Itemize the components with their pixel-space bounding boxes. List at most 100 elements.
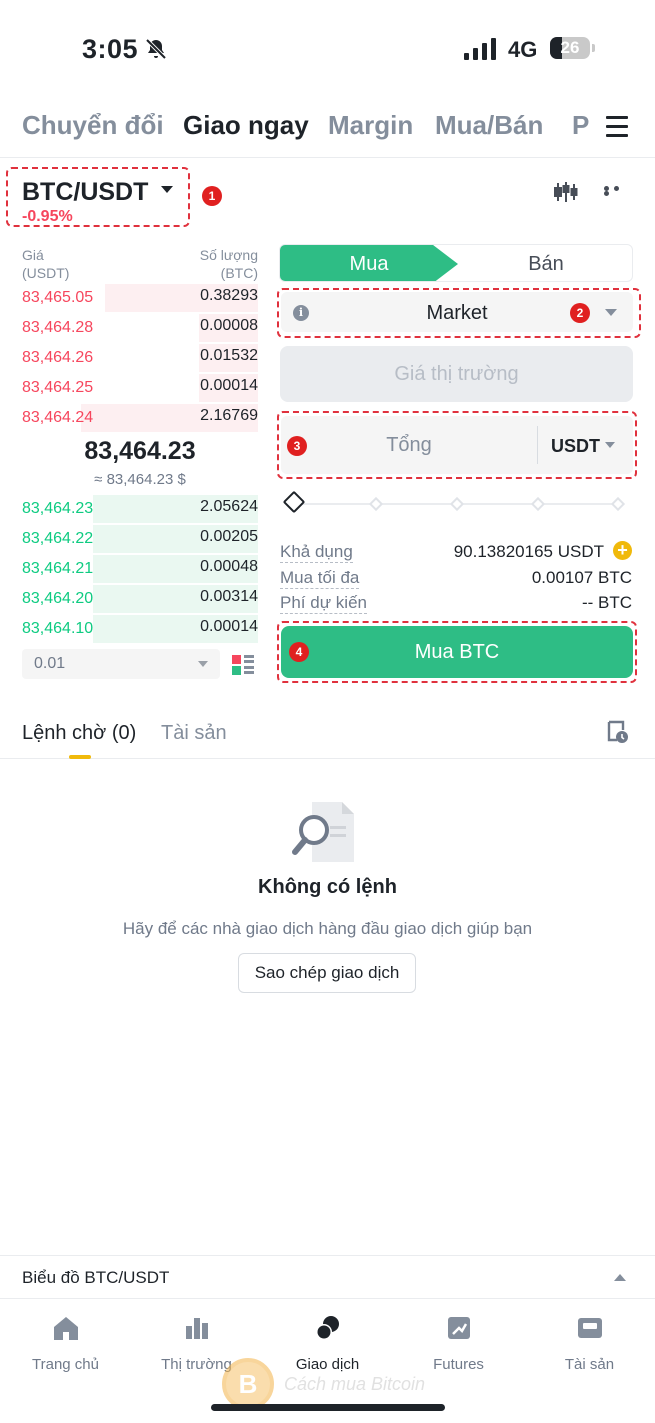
chart-bar-label: Biểu đồ BTC/USDT	[22, 1268, 170, 1287]
orderbook-price: 83,464.24	[22, 409, 94, 426]
buy-tab-label: Mua	[349, 253, 389, 275]
last-price: 83,464.23	[84, 437, 196, 465]
orderbook-qty: 0.01532	[200, 347, 258, 364]
tab-convert[interactable]: Chuyển đổi	[22, 110, 164, 141]
battery-level: 26	[560, 38, 580, 57]
nav-assets[interactable]: Tài sản	[524, 1314, 655, 1373]
chevron-down-icon[interactable]	[605, 442, 615, 448]
bitcoin-logo-icon: B	[222, 1358, 274, 1410]
orderbook-qty: 0.00205	[200, 528, 258, 545]
orderbook-qty: 0.00014	[200, 377, 258, 394]
slider-node-100[interactable]	[610, 496, 626, 512]
buy-btc-button[interactable]: Mua BTC	[281, 626, 633, 678]
orderbook-row[interactable]: 83,464.22 0.00205	[22, 524, 258, 554]
status-bar: 3:05 4G 26	[0, 0, 655, 96]
precision-value: 0.01	[34, 655, 66, 672]
orderbook-qty: 2.05624	[200, 498, 258, 515]
total-unit-select[interactable]: USDT	[551, 436, 600, 457]
tab-underline	[69, 755, 91, 759]
chevron-up-icon	[614, 1274, 626, 1281]
max-buy-row: Mua tối đa 0.00107 BTC	[280, 566, 632, 590]
slider-thumb[interactable]	[282, 490, 306, 514]
no-orders-illustration-icon	[292, 802, 354, 862]
orders-tabs: Lệnh chờ (0) Tài sản	[0, 712, 655, 759]
candlestick-chart-icon[interactable]	[553, 180, 579, 204]
battery-icon: 26	[550, 37, 590, 59]
nav-home[interactable]: Trang chủ	[0, 1314, 131, 1373]
max-buy-label: Mua tối đa	[280, 568, 360, 589]
orderbook-qty: 0.00048	[200, 558, 258, 575]
orderbook-price: 83,464.23	[22, 500, 94, 517]
chart-toggle-bar[interactable]: Biểu đồ BTC/USDT	[0, 1255, 655, 1299]
orderbook-row[interactable]: 83,464.23 2.05624	[22, 494, 258, 524]
wallet-icon	[577, 1318, 602, 1338]
signal-icon	[464, 38, 496, 60]
nav-assets-label: Tài sản	[564, 1356, 615, 1373]
fee-value: -- BTC	[581, 593, 632, 612]
orderbook-price: 83,464.26	[22, 349, 94, 366]
annotation-badge-1: 1	[202, 186, 222, 206]
trade-type-tabs: Chuyển đổi Giao ngay Margin Mua/Bán P	[0, 104, 655, 158]
last-price-usd: ≈ 83,464.23 $	[94, 471, 186, 488]
orderbook-price: 83,465.05	[22, 289, 94, 306]
orderbook-qty: 2.16769	[200, 407, 258, 424]
copy-trading-button[interactable]: Sao chép giao dịch	[238, 953, 416, 993]
sell-tab[interactable]: Bán	[458, 253, 632, 276]
home-indicator	[211, 1404, 445, 1411]
price-change: -0.95%	[22, 208, 73, 225]
orderbook-qty: 0.00314	[200, 588, 258, 605]
orderbook-row[interactable]: 83,464.25 0.00014	[22, 373, 258, 403]
tab-margin[interactable]: Margin	[328, 110, 413, 141]
orderbook-row[interactable]: 83,464.20 0.00314	[22, 584, 258, 614]
slider-node-50[interactable]	[449, 496, 465, 512]
add-funds-icon[interactable]: +	[613, 541, 632, 560]
tab-more[interactable]: P	[572, 110, 590, 141]
home-icon	[53, 1317, 78, 1340]
tab-buy-sell[interactable]: Mua/Bán	[435, 110, 543, 141]
orderbook-price: 83,464.28	[22, 319, 94, 336]
total-input[interactable]: Tổng USDT	[281, 416, 633, 474]
watermark-text: Cách mua Bitcoin	[284, 1374, 426, 1394]
status-time: 3:05	[82, 34, 139, 64]
total-placeholder: Tổng	[386, 434, 432, 456]
available-row: Khả dụng 90.13820165 USDT +	[280, 540, 632, 564]
tab-holdings[interactable]: Tài sản	[161, 722, 227, 745]
slider-node-75[interactable]	[530, 496, 546, 512]
orderbook-qty: 0.00008	[200, 317, 258, 334]
fee-row: Phí dự kiến -- BTC	[280, 591, 632, 615]
network-type: 4G	[508, 37, 538, 62]
bell-muted-icon	[145, 38, 167, 60]
annotation-badge-3: 3	[287, 436, 307, 456]
fee-label: Phí dự kiến	[280, 593, 367, 614]
tab-open-orders[interactable]: Lệnh chờ (0)	[22, 722, 136, 745]
empty-subtitle: Hãy để các nhà giao dịch hàng đầu giao d…	[122, 919, 533, 938]
orderbook-row[interactable]: 83,465.05 0.38293	[22, 283, 258, 313]
annotation-badge-4: 4	[289, 642, 309, 662]
menu-icon[interactable]	[606, 116, 628, 138]
trade-icon	[315, 1316, 339, 1340]
slider-node-25[interactable]	[368, 496, 384, 512]
orderbook-row[interactable]: 83,464.10 0.00014	[22, 614, 258, 644]
orderbook-layout-icon[interactable]	[232, 654, 254, 676]
orderbook-row[interactable]: 83,464.24 2.16769	[22, 403, 258, 433]
orderbook-row[interactable]: 83,464.21 0.00048	[22, 554, 258, 584]
order-history-icon[interactable]	[607, 720, 629, 744]
buy-sell-toggle: Mua Bán	[279, 244, 633, 282]
pair-selector[interactable]: BTC/USDT	[22, 178, 148, 207]
orderbook-price: 83,464.25	[22, 379, 94, 396]
available-value: 90.13820165 USDT	[453, 542, 604, 561]
orderbook-price: 83,464.21	[22, 560, 94, 577]
battery-nub	[592, 44, 595, 52]
max-buy-value: 0.00107 BTC	[531, 568, 632, 587]
orderbook-row[interactable]: 83,464.28 0.00008	[22, 313, 258, 343]
annotation-badge-2: 2	[570, 303, 590, 323]
market-price-field: Giá thị trường	[280, 346, 633, 402]
orderbook-row[interactable]: 83,464.26 0.01532	[22, 343, 258, 373]
chevron-down-icon[interactable]	[161, 186, 173, 193]
more-options-icon[interactable]	[604, 186, 630, 196]
tab-spot[interactable]: Giao ngay	[183, 110, 309, 141]
orderbook-price: 83,464.20	[22, 590, 94, 607]
precision-dropdown[interactable]: 0.01	[22, 649, 220, 679]
buy-tab[interactable]: Mua	[280, 245, 458, 281]
orderbook-qty: 0.38293	[200, 287, 258, 304]
